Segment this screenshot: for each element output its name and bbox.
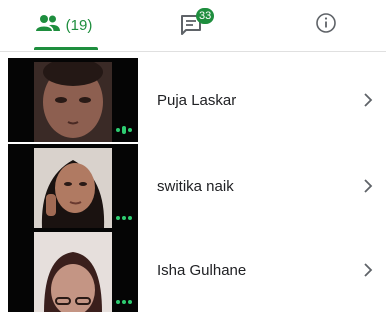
chevron-right-icon[interactable] xyxy=(360,260,376,280)
participant-options-indicator xyxy=(116,216,132,220)
active-tab-indicator xyxy=(34,47,98,50)
participant-options-indicator xyxy=(116,300,132,304)
tab-info[interactable] xyxy=(276,0,376,50)
people-count: (19) xyxy=(65,16,93,34)
tab-divider xyxy=(0,51,386,52)
participant-row[interactable]: Puja Laskar xyxy=(0,58,386,142)
participant-video-tile xyxy=(8,58,138,142)
participant-video xyxy=(34,232,112,312)
info-icon xyxy=(315,12,337,39)
participant-name: Isha Gulhane xyxy=(157,261,247,279)
chevron-right-icon[interactable] xyxy=(360,176,376,196)
people-icon xyxy=(35,14,60,37)
participant-video-tile xyxy=(8,228,138,312)
participant-name: switika naik xyxy=(157,177,234,195)
tab-people[interactable]: (19) xyxy=(14,0,114,50)
speaking-indicator xyxy=(116,126,132,134)
participant-row[interactable]: switika naik xyxy=(0,144,386,228)
chat-unread-badge: 33 xyxy=(196,8,215,24)
participant-video xyxy=(34,148,112,228)
tab-bar: (19) 33 xyxy=(0,0,386,52)
chevron-right-icon[interactable] xyxy=(360,90,376,110)
participant-row[interactable]: Isha Gulhane xyxy=(0,228,386,312)
tab-chat[interactable]: 33 xyxy=(145,0,245,50)
participant-name: Puja Laskar xyxy=(157,91,237,109)
participant-video xyxy=(34,62,112,142)
participant-video-tile xyxy=(8,144,138,228)
